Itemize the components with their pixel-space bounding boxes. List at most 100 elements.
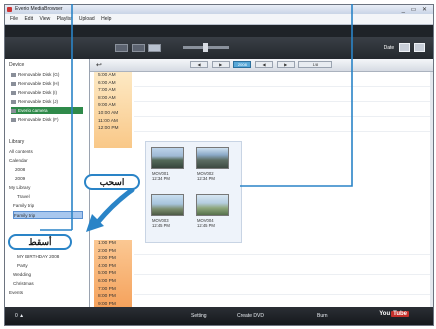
library-item[interactable]: MY BIRTHDAY 2008	[17, 253, 59, 261]
thumbnail-view-icon[interactable]	[148, 44, 162, 52]
am-times: 5:00 AM 6:00 AM 7:00 AM 8:00 AM 9:00 AM …	[94, 72, 132, 148]
camera-icon	[11, 108, 16, 113]
time-label: 9:00 AM	[98, 103, 116, 109]
library-item[interactable]: Calendar	[9, 157, 28, 165]
time-label: 6:00 PM	[98, 278, 116, 284]
devices-title: Device	[9, 62, 25, 68]
pm-times: 1:00 PM 2:00 PM 3:00 PM 4:00 PM 5:00 PM …	[94, 240, 132, 308]
thumbnail-caption: 12:34 PM	[197, 176, 215, 181]
date-sort-button[interactable]	[398, 43, 410, 52]
bottom-bar: 0 ▲ Setting Create DVD Burn You Tube	[5, 307, 433, 325]
prev-year-button[interactable]: ◀	[190, 61, 208, 68]
calendar-view-icon[interactable]	[115, 44, 128, 52]
device-item[interactable]: Removable Disk (I)	[11, 89, 57, 96]
zoom-slider[interactable]	[183, 43, 229, 52]
library-item[interactable]: My Library	[9, 184, 30, 192]
device-item[interactable]: Removable Disk (H)	[11, 80, 59, 87]
grid-line	[134, 294, 431, 295]
device-item[interactable]: Removable Disk (J)	[11, 98, 58, 105]
main-panel: ↩ ◀ ▶ 2008 ◀ ▶ 1/8 5:00 AM 6:00 AM 7:00 …	[90, 59, 433, 309]
time-label: 8:00 AM	[98, 95, 116, 101]
time-label: 8:00 PM	[98, 294, 116, 300]
drive-icon	[11, 90, 16, 95]
video-thumbnail[interactable]	[196, 147, 229, 169]
video-thumbnail[interactable]	[196, 194, 229, 216]
drive-icon	[11, 117, 16, 122]
header-band	[5, 25, 433, 37]
library-item[interactable]: Christmas	[13, 280, 34, 288]
sidebar: Device Removable Disk (G) Removable Disk…	[5, 59, 90, 309]
grid-line	[134, 131, 431, 132]
library-item[interactable]: Party	[17, 262, 28, 270]
thumbnail-caption: 12:45 PM	[152, 223, 170, 228]
create-dvd-button[interactable]: Create DVD	[233, 312, 268, 320]
burn-button[interactable]: Burn	[313, 312, 332, 320]
menu-upload[interactable]: Upload	[79, 16, 95, 22]
library-item-selected[interactable]: Family trip	[13, 211, 83, 219]
menu-help[interactable]: Help	[101, 16, 111, 22]
drive-icon	[11, 81, 16, 86]
youtube-upload-button[interactable]: You Tube	[379, 311, 409, 317]
list-view-icon[interactable]	[131, 44, 145, 52]
menu-file[interactable]: File	[10, 16, 18, 22]
youtube-tube: Tube	[391, 311, 409, 317]
library-item[interactable]: 2008	[15, 166, 25, 174]
device-item[interactable]: Removable Disk (F)	[11, 116, 59, 123]
view-switcher	[115, 44, 163, 54]
library-item[interactable]: Travel	[17, 193, 30, 201]
drag-label: اسحب	[84, 174, 140, 190]
date-label: Date	[383, 44, 395, 51]
time-label: 11:00 AM	[98, 118, 118, 124]
time-label: 1:00 PM	[98, 241, 116, 246]
menu-view[interactable]: View	[39, 16, 50, 22]
youtube-you: You	[379, 311, 391, 317]
time-label: 5:00 PM	[98, 271, 116, 277]
next-year-button[interactable]: ▶	[211, 61, 230, 68]
menu-bar: File Edit View Playlist Upload Help	[5, 14, 433, 25]
grid-line	[134, 254, 431, 255]
thumbnail-group: MOV001 12:34 PM MOV002 12:34 PM MOV003 1…	[145, 141, 242, 243]
device-item[interactable]: Removable Disk (G)	[11, 71, 59, 78]
prev-month-button[interactable]: ◀	[255, 61, 274, 68]
time-label: 5:00 AM	[98, 73, 116, 78]
menu-playlist[interactable]: Playlist	[57, 16, 73, 22]
date-range-button[interactable]	[414, 43, 425, 52]
video-thumbnail[interactable]	[151, 194, 184, 216]
back-icon[interactable]: ↩	[96, 61, 102, 69]
drop-label: أسقط	[8, 234, 72, 250]
setting-button[interactable]: Setting	[187, 312, 211, 320]
next-month-button[interactable]: ▶	[276, 61, 295, 68]
time-label: 6:00 AM	[98, 80, 116, 86]
menu-edit[interactable]: Edit	[24, 16, 33, 22]
zoom-slider-handle[interactable]	[203, 43, 208, 52]
grid-line	[134, 101, 431, 102]
item-count: 0 ▲	[15, 313, 25, 319]
library-item[interactable]: 2009	[15, 175, 25, 183]
toolbar: Date	[5, 37, 433, 59]
video-thumbnail[interactable]	[151, 147, 184, 169]
library-item[interactable]: Wedding	[13, 271, 31, 279]
time-label: 4:00 PM	[98, 263, 116, 269]
date-dropdown[interactable]: 1/8	[298, 61, 333, 68]
device-item-selected[interactable]: Everio camera	[11, 107, 83, 114]
drive-icon	[11, 72, 16, 77]
timeline: 5:00 AM 6:00 AM 7:00 AM 8:00 AM 9:00 AM …	[94, 72, 132, 308]
time-label: 2:00 PM	[98, 248, 116, 254]
mediabrowser-window: Everio MediaBrowser _ ▭ ✕ File Edit View…	[4, 4, 434, 326]
year-button[interactable]: 2008	[233, 61, 252, 68]
time-label: 7:00 AM	[98, 88, 116, 94]
window-title: Everio MediaBrowser	[15, 6, 63, 12]
app-icon	[7, 7, 12, 12]
grid-line	[134, 116, 431, 117]
vertical-scrollbar[interactable]	[430, 72, 433, 308]
thumbnail-caption: 12:34 PM	[152, 176, 170, 181]
time-label: 3:00 PM	[98, 256, 116, 262]
library-item[interactable]: Events	[9, 289, 23, 297]
grid-line	[134, 86, 431, 87]
date-navigation: ◀ ▶ 2008 ◀ ▶ 1/8	[190, 61, 334, 68]
library-item[interactable]: Family trip	[13, 202, 34, 210]
grid-line	[134, 274, 431, 275]
library-item[interactable]: All contents	[9, 148, 33, 156]
library-title: Library	[9, 139, 25, 145]
thumbnail-caption: 12:45 PM	[197, 223, 215, 228]
